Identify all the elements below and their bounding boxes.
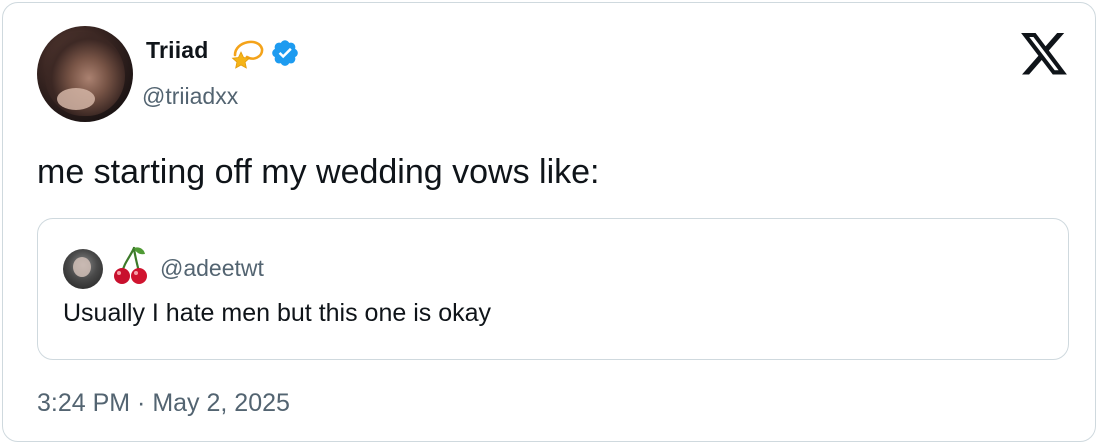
quoted-author-handle[interactable]: @adeetwt bbox=[160, 255, 264, 282]
verified-badge-icon bbox=[272, 40, 298, 66]
author-handle[interactable]: @triiadxx bbox=[142, 83, 238, 110]
x-logo-icon[interactable] bbox=[1021, 33, 1067, 75]
dizzy-star-icon bbox=[231, 40, 264, 69]
cherries-icon bbox=[114, 246, 147, 284]
avatar-hand bbox=[57, 88, 95, 110]
quoted-avatar-face bbox=[73, 257, 91, 277]
quoted-tweet-text: Usually I hate men but this one is okay bbox=[63, 299, 492, 327]
tweet-timestamp[interactable]: 3:24 PM · May 2, 2025 bbox=[37, 389, 290, 418]
author-avatar[interactable] bbox=[37, 26, 133, 122]
quoted-tweet[interactable]: @adeetwt Usually I hate men but this one… bbox=[37, 218, 1069, 360]
tweet-text: me starting off my wedding vows like: bbox=[37, 153, 600, 191]
quoted-author-avatar[interactable] bbox=[63, 249, 103, 289]
author-display-name[interactable]: Triiad bbox=[146, 37, 209, 64]
tweet-card: Triiad @triiadxx me starting off my wedd… bbox=[2, 2, 1096, 442]
